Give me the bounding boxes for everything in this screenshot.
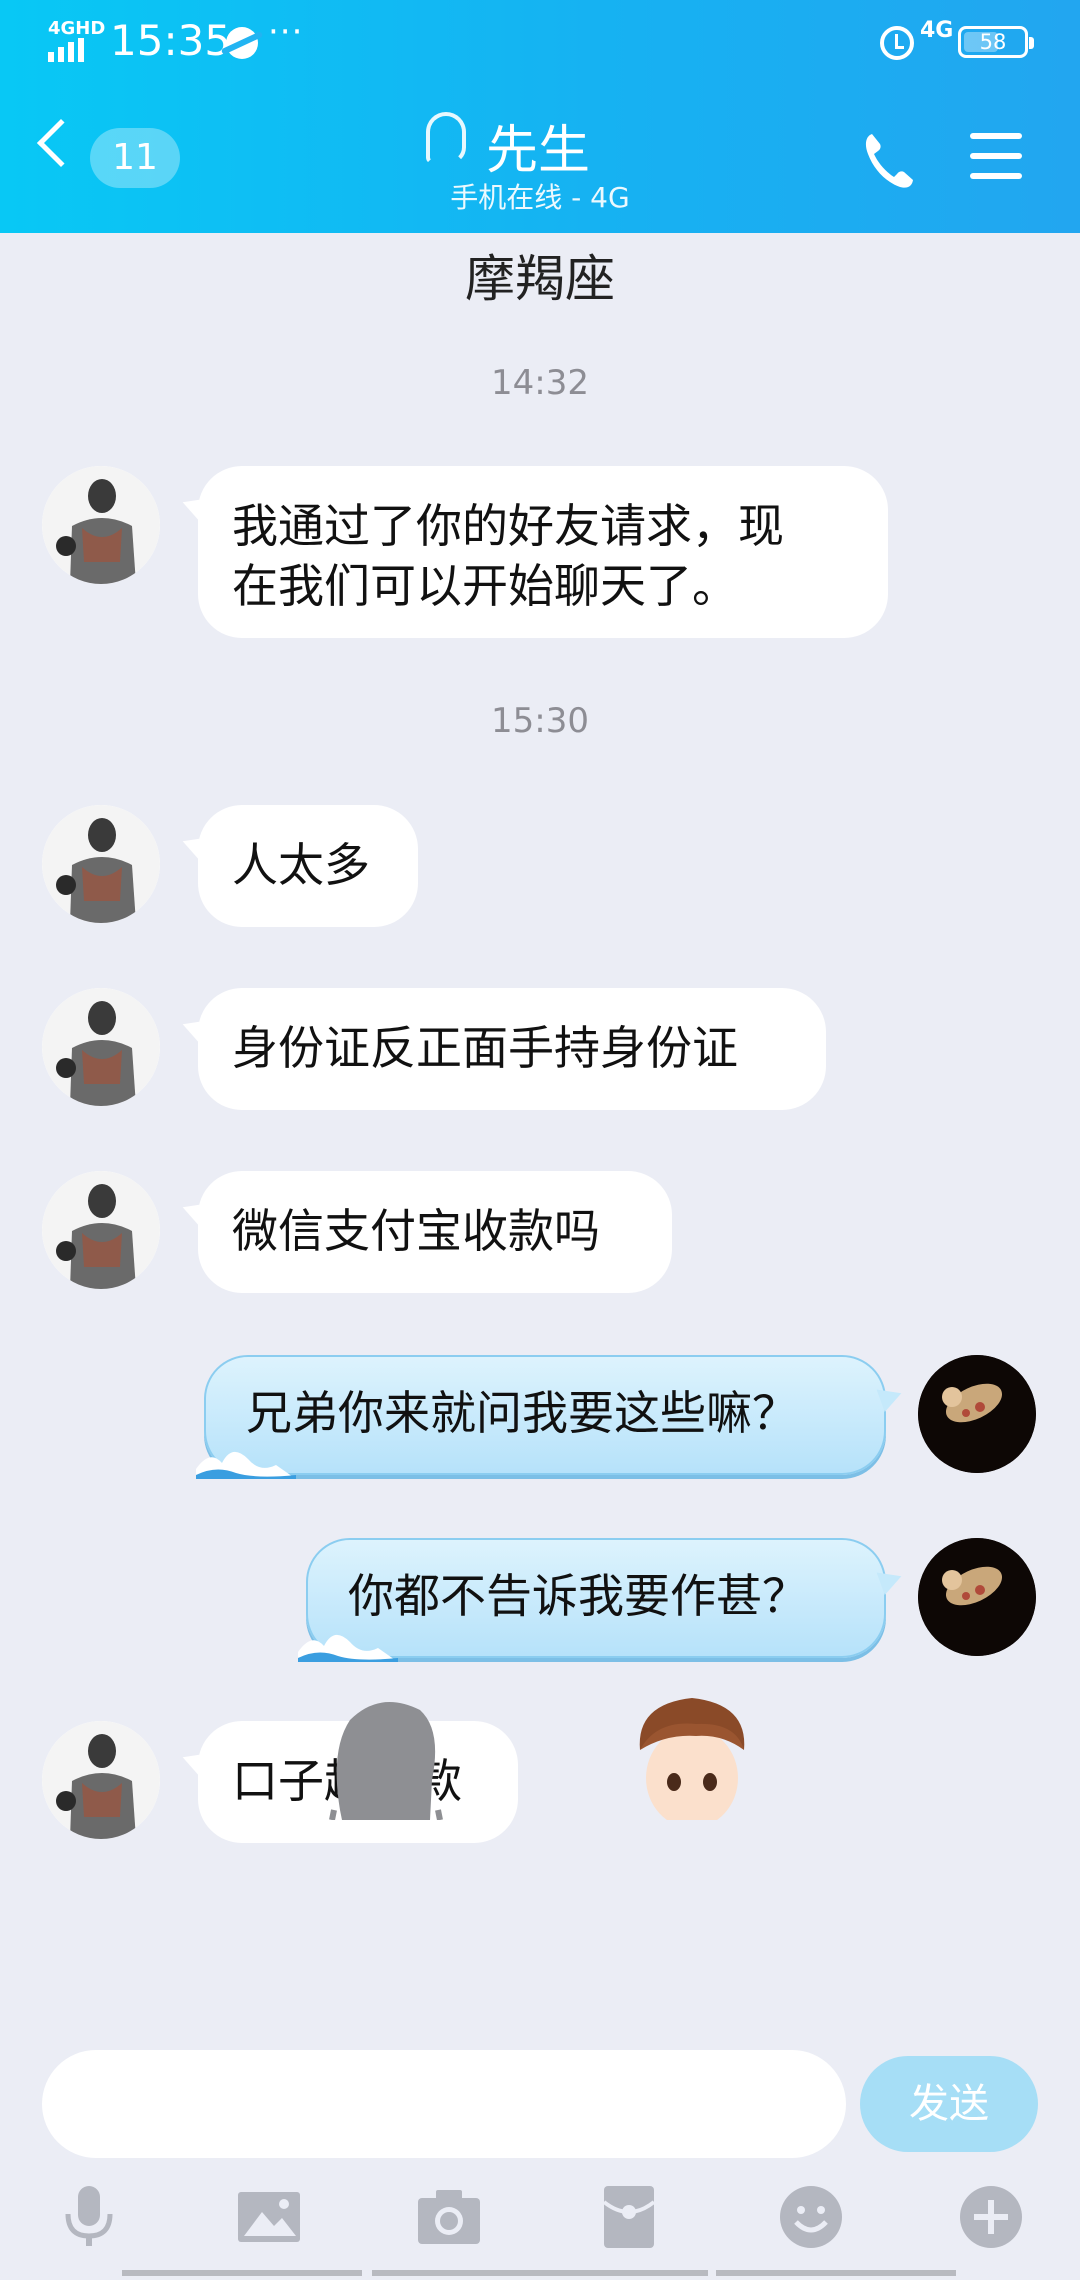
contact-zodiac: 摩羯座 xyxy=(465,250,615,308)
message-text: 我通过了你的好友请求，现 xyxy=(232,499,784,553)
message-input[interactable] xyxy=(42,2050,846,2158)
planet-icon xyxy=(226,27,258,59)
contact-avatar[interactable] xyxy=(42,1171,160,1289)
panel-tab-indicator xyxy=(122,2270,362,2276)
input-toolbar xyxy=(0,2170,1080,2270)
my-mascot-icon[interactable] xyxy=(626,1690,756,1820)
phone-call-icon[interactable] xyxy=(862,130,914,190)
menu-icon[interactable] xyxy=(970,133,1022,179)
message-text: 兄弟你来就问我要这些嘛？ xyxy=(246,1386,798,1440)
message-bubble-incoming[interactable]: 身份证反正面手持身份证 xyxy=(198,988,826,1110)
my-avatar[interactable] xyxy=(918,1538,1036,1656)
message-bubble-outgoing[interactable]: 你都不告诉我要作甚？ xyxy=(298,1538,886,1662)
ear-icon[interactable] xyxy=(426,112,466,164)
network-label: 4GHD xyxy=(48,18,106,39)
wave-decoration-icon xyxy=(298,1634,398,1662)
message-bubble-incoming[interactable]: 微信支付宝收款吗 xyxy=(198,1171,672,1293)
message-text: 身份证反正面手持身份证 xyxy=(232,1021,738,1075)
plus-icon[interactable] xyxy=(956,2182,1026,2252)
send-button[interactable]: 发送 xyxy=(860,2056,1038,2152)
status-time: 15:35 xyxy=(110,16,232,65)
battery-level: 58 xyxy=(979,30,1007,54)
camera-icon[interactable] xyxy=(414,2182,484,2252)
title-bar: 4GHD 15:35 ··· 4G 58 11 先生 手机在线 - 4G xyxy=(0,0,1080,233)
my-avatar[interactable] xyxy=(918,1355,1036,1473)
contact-avatar[interactable] xyxy=(42,988,160,1106)
message-text: 在我们可以开始聊天了。 xyxy=(232,559,738,613)
contact-avatar[interactable] xyxy=(42,466,160,584)
message-bubble-incoming[interactable]: 人太多 xyxy=(198,805,418,927)
chat-area[interactable]: 摩羯座 14:32 我通过了你的好友请求，现 在我们可以开始聊天了。 15:30… xyxy=(0,233,1080,2050)
more-dots: ··· xyxy=(268,12,304,52)
contact-mascot-icon[interactable] xyxy=(320,1690,450,1820)
network-4g-label: 4G xyxy=(920,18,954,43)
signal-icon: 4GHD xyxy=(48,18,106,62)
panel-tab-indicator xyxy=(372,2270,708,2276)
composer: 发送 xyxy=(0,2050,1080,2158)
message-bubble-outgoing[interactable]: 兄弟你来就问我要这些嘛？ xyxy=(196,1355,886,1479)
wave-decoration-icon xyxy=(196,1451,296,1479)
contact-name[interactable]: 先生 xyxy=(486,108,590,183)
contact-avatar[interactable] xyxy=(42,1721,160,1839)
timestamp: 15:30 xyxy=(491,701,589,741)
message-text: 你都不告诉我要作甚？ xyxy=(348,1569,808,1623)
red-packet-icon[interactable] xyxy=(594,2182,664,2252)
panel-tab-indicator xyxy=(716,2270,956,2276)
microphone-icon[interactable] xyxy=(54,2182,124,2252)
contact-avatar[interactable] xyxy=(42,805,160,923)
message-text: 人太多 xyxy=(232,838,370,892)
battery-icon: 58 xyxy=(958,26,1034,58)
message-text: 微信支付宝收款吗 xyxy=(232,1204,600,1258)
chevron-left-icon xyxy=(36,118,86,168)
emoji-icon[interactable] xyxy=(776,2182,846,2252)
alarm-icon xyxy=(880,26,914,60)
image-icon[interactable] xyxy=(234,2182,304,2252)
contact-status: 手机在线 - 4G xyxy=(450,181,630,214)
timestamp: 14:32 xyxy=(491,363,589,403)
status-bar: 4GHD 15:35 ··· 4G 58 xyxy=(0,0,1080,80)
message-bubble-incoming[interactable]: 我通过了你的好友请求，现 在我们可以开始聊天了。 xyxy=(198,466,888,638)
